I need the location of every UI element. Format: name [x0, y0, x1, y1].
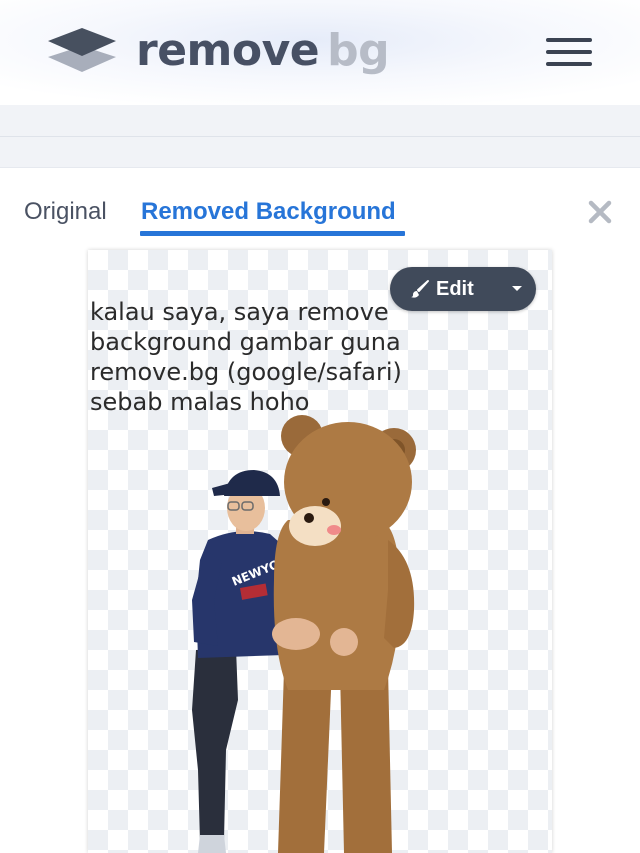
tab-removed-background[interactable]: Removed Background: [141, 196, 396, 230]
image-caption: kalau saya, saya remove background gamba…: [90, 298, 402, 416]
logo-word-remove: remove: [136, 25, 320, 76]
close-icon[interactable]: [586, 198, 614, 226]
caret-down-icon[interactable]: [498, 267, 536, 311]
toolbar-band: [0, 137, 640, 168]
tab-original[interactable]: Original: [24, 196, 107, 230]
result-preview: NEWYO kalau saya, saya remove background…: [88, 250, 552, 853]
edit-button-label: Edit: [436, 278, 474, 300]
logo-wordmark[interactable]: remove bg: [136, 25, 390, 76]
logo-word-bg: bg: [327, 25, 390, 76]
hamburger-menu-icon[interactable]: [546, 38, 592, 66]
app-header: remove bg: [0, 0, 640, 105]
active-tab-indicator: [140, 231, 405, 236]
edit-button-group: Edit: [390, 267, 536, 311]
edit-button[interactable]: Edit: [390, 267, 498, 311]
layers-icon[interactable]: [48, 26, 116, 76]
header-divider-band: [0, 105, 640, 137]
brush-icon: [411, 280, 429, 298]
